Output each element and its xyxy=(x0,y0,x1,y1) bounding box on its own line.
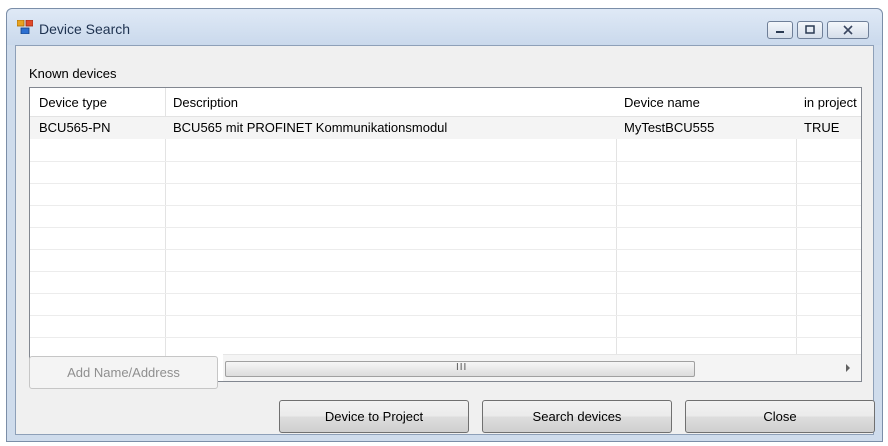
grid-header: Device type Description Device name in p… xyxy=(30,88,861,117)
dialog-client-area: Known devices Device type Description De… xyxy=(15,45,875,435)
scroll-right-arrow-icon[interactable] xyxy=(845,364,851,372)
scrollbar-grip: III xyxy=(456,362,468,373)
minimize-button[interactable] xyxy=(767,21,793,39)
row-divider xyxy=(30,337,861,338)
close-button[interactable]: Close xyxy=(685,400,875,433)
add-name-address-button[interactable]: Add Name/Address xyxy=(29,356,218,389)
cell-description[interactable]: BCU565 mit PROFINET Kommunikationsmodul xyxy=(173,120,447,135)
horizontal-scrollbar[interactable]: III xyxy=(223,354,861,381)
network-devices-icon xyxy=(17,20,33,34)
device-search-window: Device Search Known devices Device type … xyxy=(6,8,883,442)
row-divider xyxy=(30,227,861,228)
scrollbar-thumb[interactable]: III xyxy=(225,361,695,377)
close-window-button[interactable] xyxy=(827,21,869,39)
column-header-device-type[interactable]: Device type xyxy=(39,95,107,110)
row-divider xyxy=(30,293,861,294)
header-separator xyxy=(165,88,166,116)
cell-device-type[interactable]: BCU565-PN xyxy=(39,120,111,135)
minimize-icon xyxy=(776,31,784,33)
search-devices-button[interactable]: Search devices xyxy=(482,400,672,433)
known-devices-grid[interactable]: Device type Description Device name in p… xyxy=(29,87,862,382)
window-title: Device Search xyxy=(39,21,131,37)
maximize-button[interactable] xyxy=(797,21,823,39)
row-divider xyxy=(30,161,861,162)
row-divider xyxy=(30,271,861,272)
cell-in-project[interactable]: TRUE xyxy=(804,120,839,135)
known-devices-label: Known devices xyxy=(29,66,117,81)
column-header-in-project[interactable]: in project xyxy=(804,95,857,110)
row-divider xyxy=(30,249,861,250)
row-divider xyxy=(30,205,861,206)
column-header-description[interactable]: Description xyxy=(173,95,238,110)
cell-device-name[interactable]: MyTestBCU555 xyxy=(624,120,714,135)
device-to-project-button[interactable]: Device to Project xyxy=(279,400,469,433)
close-icon xyxy=(843,25,853,35)
title-bar[interactable]: Device Search xyxy=(7,9,882,45)
row-divider xyxy=(30,315,861,316)
maximize-icon xyxy=(805,25,815,34)
row-divider xyxy=(30,183,861,184)
column-header-device-name[interactable]: Device name xyxy=(624,95,700,110)
